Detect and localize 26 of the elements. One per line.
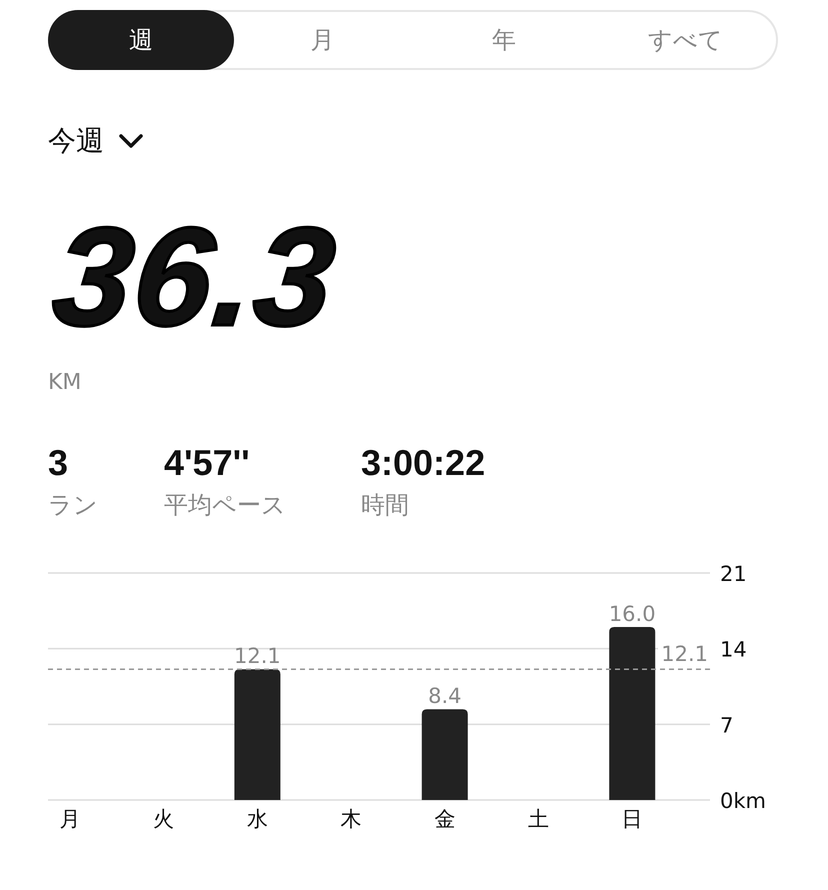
day-label: 日 xyxy=(622,807,643,831)
day-label: 火 xyxy=(153,807,174,831)
stat-label: 時間 xyxy=(361,490,410,521)
day-label: 金 xyxy=(434,807,456,831)
axis-tick-label: 14 xyxy=(720,638,747,662)
axis-tick-label: 21 xyxy=(720,563,747,586)
bar-value-label: 16.0 xyxy=(608,602,656,626)
bar-value-label: 12.1 xyxy=(234,644,281,668)
day-label: 土 xyxy=(528,807,549,831)
day-label: 水 xyxy=(246,807,268,831)
day-label: 月 xyxy=(60,807,80,831)
distance-unit: KM xyxy=(48,370,82,395)
axis-tick-label: 0km xyxy=(720,789,766,813)
chevron-down-icon xyxy=(118,133,144,149)
period-dropdown[interactable]: 今週 xyxy=(48,122,144,160)
average-label: 12.1 xyxy=(661,642,708,666)
bar-value-label: 8.4 xyxy=(428,684,462,708)
total-distance: 36.3 xyxy=(48,212,342,342)
stat-value: 3:00:22 xyxy=(361,443,486,483)
period-tab[interactable]: 週 xyxy=(48,10,234,70)
stat-label: ラン xyxy=(48,490,99,521)
axis-tick-label: 7 xyxy=(720,713,734,738)
stat-value: 4'57'' xyxy=(164,443,251,483)
stat-value: 3 xyxy=(48,443,70,483)
day-label: 木 xyxy=(340,807,362,831)
stat-label: 平均ペース xyxy=(164,490,287,521)
